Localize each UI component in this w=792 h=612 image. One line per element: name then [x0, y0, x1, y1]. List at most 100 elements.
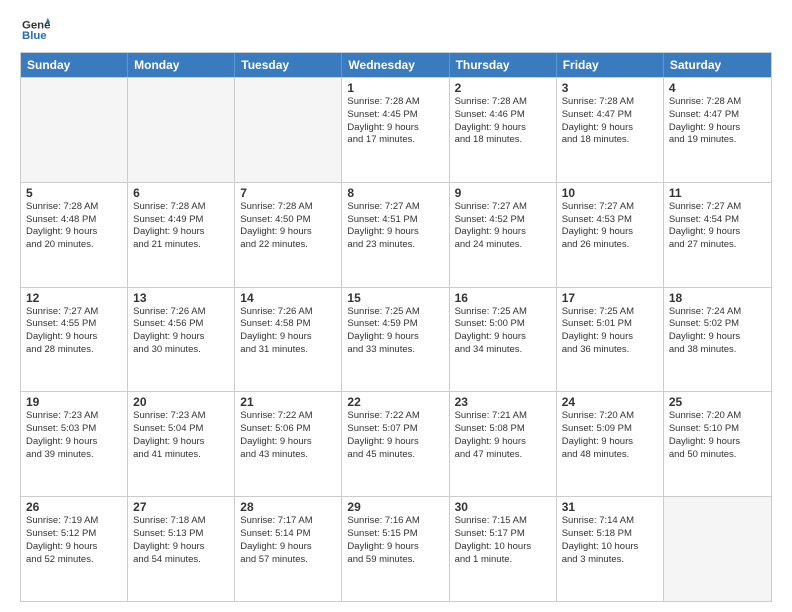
- cell-info: Sunrise: 7:27 AM Sunset: 4:51 PM Dayligh…: [347, 201, 443, 252]
- day-number: 17: [562, 291, 658, 305]
- cal-cell: 18Sunrise: 7:24 AM Sunset: 5:02 PM Dayli…: [664, 288, 771, 392]
- header-cell-saturday: Saturday: [664, 53, 771, 77]
- day-number: 22: [347, 395, 443, 409]
- calendar-body: 1Sunrise: 7:28 AM Sunset: 4:45 PM Daylig…: [21, 77, 771, 601]
- cell-info: Sunrise: 7:27 AM Sunset: 4:52 PM Dayligh…: [455, 201, 551, 252]
- cal-cell: 25Sunrise: 7:20 AM Sunset: 5:10 PM Dayli…: [664, 392, 771, 496]
- cell-info: Sunrise: 7:21 AM Sunset: 5:08 PM Dayligh…: [455, 410, 551, 461]
- cell-info: Sunrise: 7:23 AM Sunset: 5:04 PM Dayligh…: [133, 410, 229, 461]
- cell-info: Sunrise: 7:27 AM Sunset: 4:53 PM Dayligh…: [562, 201, 658, 252]
- day-number: 28: [240, 500, 336, 514]
- cell-info: Sunrise: 7:20 AM Sunset: 5:10 PM Dayligh…: [669, 410, 766, 461]
- day-number: 6: [133, 186, 229, 200]
- cal-cell: 7Sunrise: 7:28 AM Sunset: 4:50 PM Daylig…: [235, 183, 342, 287]
- cell-info: Sunrise: 7:23 AM Sunset: 5:03 PM Dayligh…: [26, 410, 122, 461]
- week-row-5: 26Sunrise: 7:19 AM Sunset: 5:12 PM Dayli…: [21, 496, 771, 601]
- day-number: 18: [669, 291, 766, 305]
- cal-cell: 9Sunrise: 7:27 AM Sunset: 4:52 PM Daylig…: [450, 183, 557, 287]
- day-number: 20: [133, 395, 229, 409]
- header-cell-sunday: Sunday: [21, 53, 128, 77]
- week-row-3: 12Sunrise: 7:27 AM Sunset: 4:55 PM Dayli…: [21, 287, 771, 392]
- cell-info: Sunrise: 7:27 AM Sunset: 4:54 PM Dayligh…: [669, 201, 766, 252]
- day-number: 12: [26, 291, 122, 305]
- day-number: 3: [562, 81, 658, 95]
- cell-info: Sunrise: 7:25 AM Sunset: 5:01 PM Dayligh…: [562, 306, 658, 357]
- cal-cell: 12Sunrise: 7:27 AM Sunset: 4:55 PM Dayli…: [21, 288, 128, 392]
- cell-info: Sunrise: 7:25 AM Sunset: 5:00 PM Dayligh…: [455, 306, 551, 357]
- day-number: 16: [455, 291, 551, 305]
- header-cell-friday: Friday: [557, 53, 664, 77]
- cal-cell: 27Sunrise: 7:18 AM Sunset: 5:13 PM Dayli…: [128, 497, 235, 601]
- cal-cell: 28Sunrise: 7:17 AM Sunset: 5:14 PM Dayli…: [235, 497, 342, 601]
- week-row-2: 5Sunrise: 7:28 AM Sunset: 4:48 PM Daylig…: [21, 182, 771, 287]
- day-number: 4: [669, 81, 766, 95]
- cal-cell: 15Sunrise: 7:25 AM Sunset: 4:59 PM Dayli…: [342, 288, 449, 392]
- cal-cell: 11Sunrise: 7:27 AM Sunset: 4:54 PM Dayli…: [664, 183, 771, 287]
- day-number: 30: [455, 500, 551, 514]
- cal-cell: 23Sunrise: 7:21 AM Sunset: 5:08 PM Dayli…: [450, 392, 557, 496]
- cell-info: Sunrise: 7:28 AM Sunset: 4:50 PM Dayligh…: [240, 201, 336, 252]
- cell-info: Sunrise: 7:28 AM Sunset: 4:49 PM Dayligh…: [133, 201, 229, 252]
- cell-info: Sunrise: 7:16 AM Sunset: 5:15 PM Dayligh…: [347, 515, 443, 566]
- cal-cell: 8Sunrise: 7:27 AM Sunset: 4:51 PM Daylig…: [342, 183, 449, 287]
- cell-info: Sunrise: 7:28 AM Sunset: 4:46 PM Dayligh…: [455, 96, 551, 147]
- day-number: 21: [240, 395, 336, 409]
- day-number: 19: [26, 395, 122, 409]
- cal-cell: 17Sunrise: 7:25 AM Sunset: 5:01 PM Dayli…: [557, 288, 664, 392]
- day-number: 8: [347, 186, 443, 200]
- cal-cell: 31Sunrise: 7:14 AM Sunset: 5:18 PM Dayli…: [557, 497, 664, 601]
- day-number: 24: [562, 395, 658, 409]
- cell-info: Sunrise: 7:26 AM Sunset: 4:56 PM Dayligh…: [133, 306, 229, 357]
- cell-info: Sunrise: 7:18 AM Sunset: 5:13 PM Dayligh…: [133, 515, 229, 566]
- calendar-header-row: SundayMondayTuesdayWednesdayThursdayFrid…: [21, 53, 771, 77]
- cal-cell: 19Sunrise: 7:23 AM Sunset: 5:03 PM Dayli…: [21, 392, 128, 496]
- header-cell-tuesday: Tuesday: [235, 53, 342, 77]
- cal-cell: 24Sunrise: 7:20 AM Sunset: 5:09 PM Dayli…: [557, 392, 664, 496]
- cell-info: Sunrise: 7:22 AM Sunset: 5:06 PM Dayligh…: [240, 410, 336, 461]
- cal-cell: 21Sunrise: 7:22 AM Sunset: 5:06 PM Dayli…: [235, 392, 342, 496]
- cell-info: Sunrise: 7:17 AM Sunset: 5:14 PM Dayligh…: [240, 515, 336, 566]
- cell-info: Sunrise: 7:27 AM Sunset: 4:55 PM Dayligh…: [26, 306, 122, 357]
- cal-cell: 13Sunrise: 7:26 AM Sunset: 4:56 PM Dayli…: [128, 288, 235, 392]
- cal-cell: 2Sunrise: 7:28 AM Sunset: 4:46 PM Daylig…: [450, 78, 557, 182]
- day-number: 23: [455, 395, 551, 409]
- cell-info: Sunrise: 7:19 AM Sunset: 5:12 PM Dayligh…: [26, 515, 122, 566]
- cal-cell: 3Sunrise: 7:28 AM Sunset: 4:47 PM Daylig…: [557, 78, 664, 182]
- cal-cell: 22Sunrise: 7:22 AM Sunset: 5:07 PM Dayli…: [342, 392, 449, 496]
- cell-info: Sunrise: 7:28 AM Sunset: 4:47 PM Dayligh…: [562, 96, 658, 147]
- svg-text:Blue: Blue: [22, 30, 47, 42]
- day-number: 10: [562, 186, 658, 200]
- logo-icon: General Blue: [22, 16, 50, 44]
- cal-cell: 29Sunrise: 7:16 AM Sunset: 5:15 PM Dayli…: [342, 497, 449, 601]
- day-number: 7: [240, 186, 336, 200]
- cal-cell: 6Sunrise: 7:28 AM Sunset: 4:49 PM Daylig…: [128, 183, 235, 287]
- cell-info: Sunrise: 7:24 AM Sunset: 5:02 PM Dayligh…: [669, 306, 766, 357]
- cal-cell: 26Sunrise: 7:19 AM Sunset: 5:12 PM Dayli…: [21, 497, 128, 601]
- cell-info: Sunrise: 7:22 AM Sunset: 5:07 PM Dayligh…: [347, 410, 443, 461]
- calendar: SundayMondayTuesdayWednesdayThursdayFrid…: [20, 52, 772, 602]
- week-row-1: 1Sunrise: 7:28 AM Sunset: 4:45 PM Daylig…: [21, 77, 771, 182]
- cell-info: Sunrise: 7:26 AM Sunset: 4:58 PM Dayligh…: [240, 306, 336, 357]
- cal-cell: [235, 78, 342, 182]
- cal-cell: 14Sunrise: 7:26 AM Sunset: 4:58 PM Dayli…: [235, 288, 342, 392]
- cal-cell: 10Sunrise: 7:27 AM Sunset: 4:53 PM Dayli…: [557, 183, 664, 287]
- day-number: 31: [562, 500, 658, 514]
- day-number: 2: [455, 81, 551, 95]
- header-cell-wednesday: Wednesday: [342, 53, 449, 77]
- day-number: 11: [669, 186, 766, 200]
- cal-cell: [664, 497, 771, 601]
- cal-cell: 20Sunrise: 7:23 AM Sunset: 5:04 PM Dayli…: [128, 392, 235, 496]
- day-number: 15: [347, 291, 443, 305]
- cal-cell: 5Sunrise: 7:28 AM Sunset: 4:48 PM Daylig…: [21, 183, 128, 287]
- day-number: 14: [240, 291, 336, 305]
- week-row-4: 19Sunrise: 7:23 AM Sunset: 5:03 PM Dayli…: [21, 391, 771, 496]
- cal-cell: [21, 78, 128, 182]
- header-cell-thursday: Thursday: [450, 53, 557, 77]
- cell-info: Sunrise: 7:15 AM Sunset: 5:17 PM Dayligh…: [455, 515, 551, 566]
- day-number: 1: [347, 81, 443, 95]
- cell-info: Sunrise: 7:20 AM Sunset: 5:09 PM Dayligh…: [562, 410, 658, 461]
- cal-cell: 16Sunrise: 7:25 AM Sunset: 5:00 PM Dayli…: [450, 288, 557, 392]
- page-header: General Blue: [20, 16, 772, 44]
- logo: General Blue: [20, 16, 54, 44]
- day-number: 5: [26, 186, 122, 200]
